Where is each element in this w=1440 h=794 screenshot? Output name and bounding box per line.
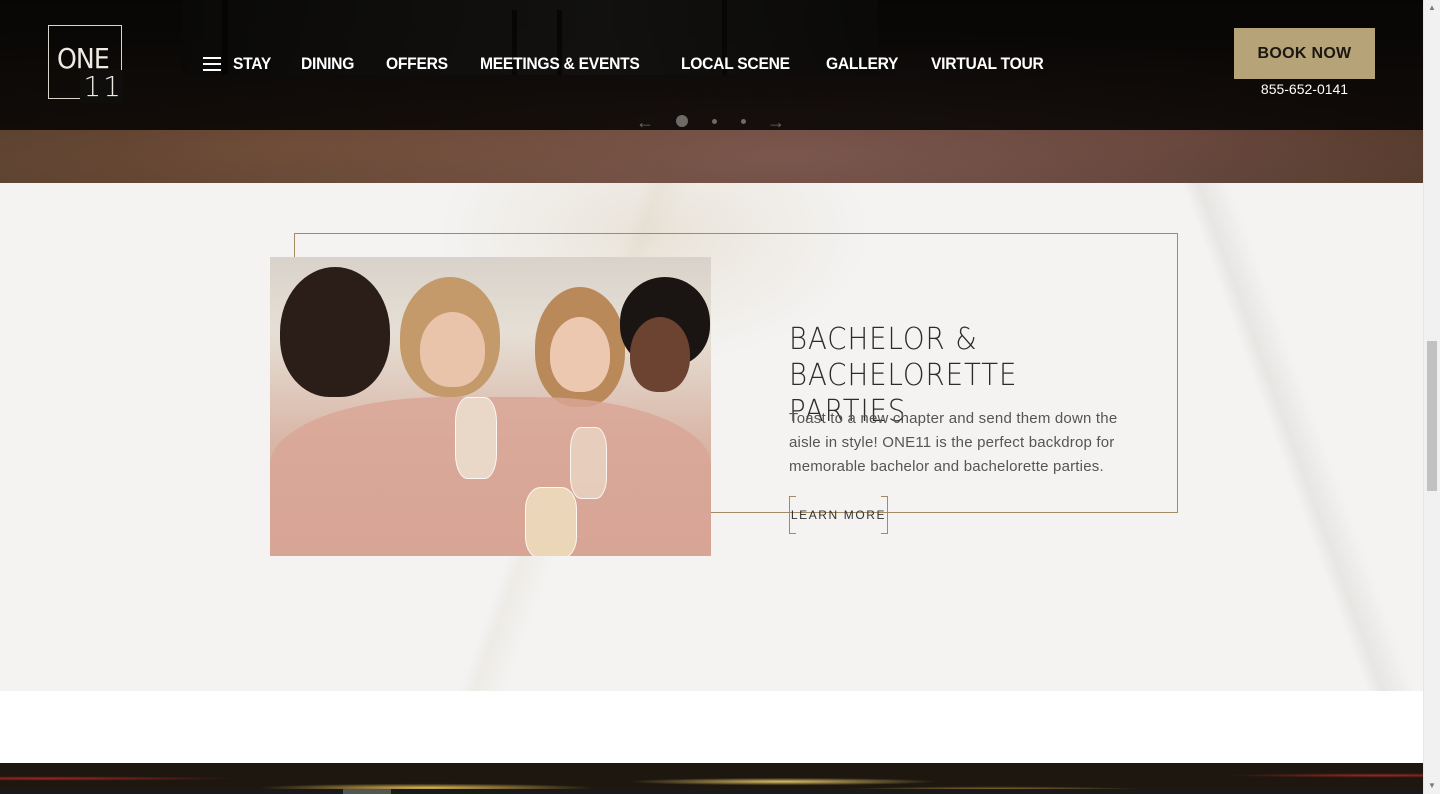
one11-logo[interactable]: ONE 11 <box>48 25 123 103</box>
arrow-right-icon[interactable]: → <box>767 112 785 132</box>
scroll-down-icon[interactable]: ▼ <box>1424 778 1440 794</box>
horizontal-scrollbar[interactable] <box>0 789 1423 794</box>
hamburger-icon[interactable] <box>203 57 221 71</box>
vertical-scrollbar[interactable]: ▲ ▼ <box>1423 0 1440 794</box>
feature-description: Toast to a new chapter and send them dow… <box>789 410 1118 475</box>
phone-number-link[interactable]: 855-652-0141 <box>1234 81 1375 97</box>
slider-dot[interactable] <box>741 119 746 124</box>
feature-title-line1: BACHELOR & <box>789 322 978 357</box>
nav-item-local-scene[interactable]: LOCAL SCENE <box>681 54 790 74</box>
feature-section: BACHELOR & BACHELORETTE PARTIES Toast to… <box>0 183 1423 691</box>
nav-item-virtual-tour[interactable]: VIRTUAL TOUR <box>931 54 1044 74</box>
scrollbar-thumb[interactable] <box>1427 341 1437 491</box>
site-header: ONE 11 STAY DINING OFFERS MEETINGS & EVE… <box>0 0 1423 132</box>
nav-item-gallery[interactable]: GALLERY <box>826 54 898 74</box>
arrow-left-icon[interactable]: ← <box>636 112 654 132</box>
feature-image <box>270 257 711 556</box>
book-now-button[interactable]: BOOK NOW <box>1234 28 1375 79</box>
nav-item-dining[interactable]: DINING <box>301 54 354 74</box>
main-nav: STAY DINING OFFERS MEETINGS & EVENTS LOC… <box>233 54 1081 74</box>
scroll-up-icon[interactable]: ▲ <box>1424 0 1440 16</box>
slider-controls: ← → <box>636 112 786 132</box>
slider-dot-active[interactable] <box>676 115 688 127</box>
nav-item-meetings-events[interactable]: MEETINGS & EVENTS <box>480 54 640 74</box>
slider-dot[interactable] <box>712 119 717 124</box>
nav-item-offers[interactable]: OFFERS <box>386 54 448 74</box>
nav-item-stay[interactable]: STAY <box>233 54 271 74</box>
learn-more-button[interactable]: LEARN MORE <box>789 496 888 534</box>
logo-text-bottom: 11 <box>80 70 123 103</box>
horizontal-scrollbar-thumb[interactable] <box>343 789 391 794</box>
